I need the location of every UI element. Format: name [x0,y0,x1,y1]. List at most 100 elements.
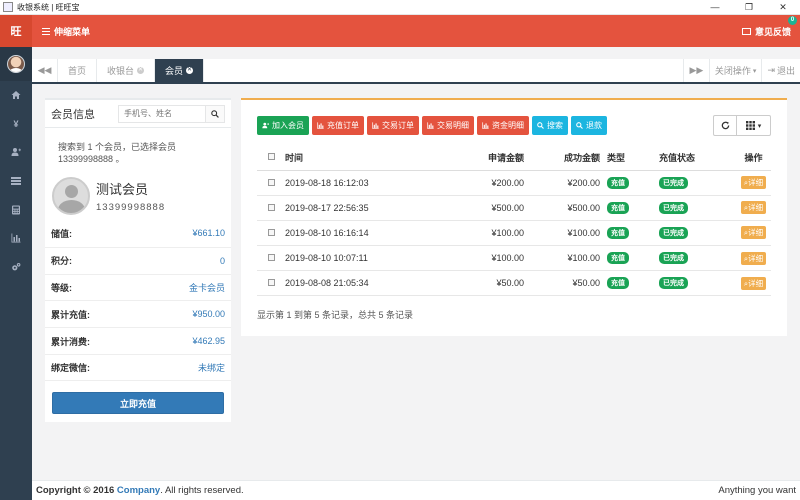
search-icon [537,122,544,129]
cell-type: 充值 [600,170,652,196]
menu-toggle-button[interactable]: 伸缩菜单 [42,25,90,38]
member-search-input[interactable] [119,105,205,122]
close-ops-dropdown[interactable]: 关闭操作 ▾ [708,59,762,82]
cell-type: 充值 [600,195,652,221]
cell-time: 2019-08-08 21:05:34 [285,270,418,297]
sidebar-item-home[interactable] [0,81,32,110]
refresh-button[interactable] [713,115,737,136]
status-badge: 已完成 [659,277,688,290]
trade-details-button[interactable]: 交易明细 [422,116,474,135]
detail-button[interactable]: ⌕详细 [740,226,767,240]
cell-type: 充值 [600,270,652,297]
refund-button[interactable]: 退款 [571,116,607,135]
recharge-now-button[interactable]: 立即充值 [52,392,224,414]
sidebar-profile[interactable] [0,47,32,81]
member-details: 测试会员 13399998888 [96,179,165,213]
cell-action: ⌕详细 [736,270,771,297]
tab-home[interactable]: 首页 [58,59,98,82]
sidebar-item-settings[interactable] [0,253,32,282]
select-all-checkbox[interactable] [267,153,275,161]
member-stats: 储值: ¥661.10 积分: 0 等级: 金卡会员 累计充值: ¥950.00… [45,220,231,381]
sidebar-item-calculator[interactable] [0,195,32,224]
footer-tagline: Anything you want [718,485,796,496]
envelope-icon [741,27,751,35]
feedback-button[interactable]: 意见反馈 0 [741,15,797,38]
close-tab-icon[interactable]: ✕ [186,67,194,74]
tabs-scroll-right-button[interactable]: ▶▶ [682,59,709,82]
row-checkbox[interactable] [267,254,275,262]
trade-orders-button[interactable]: 交易订单 [367,116,419,135]
member-card: 测试会员 13399998888 [45,172,231,218]
company-link[interactable]: Company [117,485,160,496]
table-row[interactable]: 2019-08-18 16:12:03 ¥200.00 ¥200.00 充值 已… [257,170,771,196]
search-icon [211,109,219,118]
table-row[interactable]: 2019-08-08 21:05:34 ¥50.00 ¥50.00 充值 已完成… [257,270,771,297]
cell-success-amount: ¥500.00 [524,195,600,221]
detail-button[interactable]: ⌕详细 [740,276,767,290]
col-status[interactable]: 充值状态 [652,145,736,171]
table-row[interactable]: 2019-08-10 10:07:11 ¥100.00 ¥100.00 充值 已… [257,245,771,272]
recharge-orders-button[interactable]: 充值订单 [312,116,364,135]
row-checkbox[interactable] [267,203,275,211]
minimize-button[interactable]: — [698,0,732,15]
table-row[interactable]: 2019-08-17 22:56:35 ¥500.00 ¥500.00 充值 已… [257,195,771,221]
table-row[interactable]: 2019-08-10 16:16:14 ¥100.00 ¥100.00 充值 已… [257,220,771,247]
columns-toggle-button[interactable]: ▾ [737,115,771,136]
add-member-button[interactable]: 加入会员 [257,116,309,135]
copyright-suffix: . All rights reserved. [160,485,244,496]
sidebar-item-list[interactable] [0,167,32,196]
tab-member[interactable]: 会员 ✕ [155,59,205,82]
member-search-button[interactable] [205,105,224,122]
row-checkbox[interactable] [267,279,275,287]
tab-cashier[interactable]: 收银台 ✕ [97,59,156,82]
pagination-summary: 显示第 1 到第 5 条记录，总共 5 条记录 [257,310,414,320]
logout-button[interactable]: ⇥ 退出 [761,59,800,82]
row-select-cell [257,245,285,272]
row-checkbox[interactable] [267,228,275,236]
sidebar-item-cashier[interactable]: ¥ [0,110,32,139]
cell-action: ⌕详细 [736,170,771,196]
sidebar-item-reports[interactable] [0,224,32,253]
member-panel-header: 会员信息 [45,100,231,128]
search-button[interactable]: 搜索 [532,116,568,135]
member-search [118,104,225,123]
cell-apply-amount: ¥100.00 [418,220,524,247]
feedback-badge: 0 [788,15,797,25]
row-checkbox[interactable] [267,178,275,186]
detail-button[interactable]: ⌕详细 [740,251,767,265]
feedback-label: 意见反馈 [754,26,791,37]
cell-action: ⌕详细 [736,195,771,221]
detail-label: 详细 [748,253,764,263]
cell-success-amount: ¥100.00 [524,220,600,247]
close-tab-icon[interactable]: ✕ [137,67,145,74]
button-label: 退款 [586,121,602,130]
wechat-bind-link[interactable]: 未绑定 [198,361,225,374]
col-apply-amount[interactable]: 申请金额 [418,145,524,171]
stat-label: 累计消费: [51,336,90,347]
col-time[interactable]: 时间 [285,145,418,171]
close-window-button[interactable]: ✕ [766,0,800,15]
table-header-row: 时间 申请金额 成功金额 类型 充值状态 操作 [257,145,771,171]
cell-action: ⌕详细 [736,245,771,272]
list-icon [11,177,21,186]
type-badge: 充值 [607,277,629,290]
col-type[interactable]: 类型 [600,145,652,171]
refresh-icon [721,121,729,130]
tab-label: 会员 [165,66,184,76]
stat-value: ¥950.00 [192,309,225,320]
cell-apply-amount: ¥200.00 [418,170,524,196]
sidebar-item-member[interactable] [0,138,32,167]
cell-time: 2019-08-10 16:16:14 [285,220,418,247]
fund-details-button[interactable]: 资金明细 [477,116,529,135]
detail-button[interactable]: ⌕详细 [740,201,767,215]
member-info-panel: 会员信息 搜索到 1 个会员，已选择会员13399998888 。 测试会员 1… [45,98,231,422]
cogs-icon [12,262,21,271]
copyright-text: Copyright © 2016 Company. All rights res… [36,485,244,496]
detail-button[interactable]: ⌕详细 [740,176,767,190]
status-badge: 已完成 [659,226,688,239]
caret-down-icon: ▾ [757,122,762,130]
col-success-amount[interactable]: 成功金额 [524,145,600,171]
tabs-scroll-left-button[interactable]: ◀◀ [32,59,58,82]
records-toolbar: 加入会员 充值订单 交易订单 交易明细 资金明细 搜索 退款 [257,116,607,135]
maximize-button[interactable]: ❐ [732,0,766,15]
